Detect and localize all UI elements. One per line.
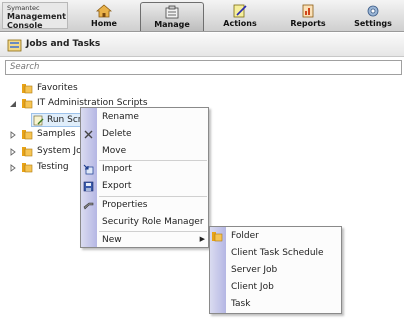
tree-node-label: Run Scr bbox=[47, 115, 82, 125]
manage-icon bbox=[165, 5, 179, 19]
folder-icon bbox=[22, 84, 33, 94]
nav-actions-button[interactable]: Actions bbox=[208, 2, 272, 31]
folder-icon bbox=[22, 130, 33, 140]
menu-item-new[interactable]: New ▶ bbox=[81, 232, 208, 249]
menu-item-label: Export bbox=[102, 181, 132, 191]
menu-item-label: Move bbox=[102, 146, 127, 156]
nav-settings-label: Settings bbox=[354, 19, 392, 28]
submenu-item-folder[interactable]: Folder bbox=[210, 228, 341, 245]
submenu-item-label: Client Job bbox=[231, 282, 274, 292]
submenu-item-label: Client Task Schedule bbox=[231, 248, 324, 258]
nav-settings-button[interactable]: Settings bbox=[344, 2, 402, 31]
submenu-item-client-job[interactable]: Client Job bbox=[210, 279, 341, 296]
export-icon bbox=[83, 181, 94, 192]
expand-icon[interactable] bbox=[9, 164, 17, 172]
menu-item-export[interactable]: Export bbox=[81, 178, 208, 195]
tree-node-label: Favorites bbox=[37, 83, 78, 93]
brand-logo: Symantec Management Console bbox=[2, 2, 68, 30]
tree-node-system-jobs[interactable]: System Jo bbox=[0, 145, 82, 159]
tree-node-run-script-selected[interactable]: Run Scr bbox=[31, 113, 83, 127]
tree-node-favorites[interactable]: Favorites bbox=[0, 82, 200, 96]
menu-item-security-role-manager[interactable]: Security Role Manager bbox=[81, 214, 208, 231]
settings-icon bbox=[367, 5, 379, 17]
expand-icon[interactable] bbox=[9, 131, 17, 139]
context-menu: Rename Delete Move Import Export Propert… bbox=[80, 107, 209, 248]
nav-manage-button[interactable]: Manage bbox=[140, 2, 204, 31]
home-icon bbox=[96, 4, 112, 18]
new-submenu: Folder Client Task Schedule Server Job C… bbox=[209, 226, 342, 314]
menu-item-label: Delete bbox=[102, 129, 132, 139]
folder-icon bbox=[212, 232, 223, 242]
menu-item-label: Security Role Manager bbox=[102, 217, 204, 227]
jobs-tasks-icon bbox=[7, 39, 22, 52]
submenu-arrow-icon: ▶ bbox=[199, 235, 205, 243]
submenu-item-client-task-schedule[interactable]: Client Task Schedule bbox=[210, 245, 341, 262]
menu-item-import[interactable]: Import bbox=[81, 161, 208, 178]
panel-title: Jobs and Tasks bbox=[26, 39, 101, 49]
brand-line-3: Console bbox=[7, 21, 43, 30]
nav-home-label: Home bbox=[91, 19, 117, 28]
menu-item-label: New bbox=[102, 235, 122, 245]
menu-item-label: Import bbox=[102, 164, 132, 174]
search-input[interactable]: Search bbox=[5, 60, 402, 75]
submenu-item-label: Folder bbox=[231, 231, 259, 241]
menu-item-delete[interactable]: Delete bbox=[81, 126, 208, 143]
brand-line-2: Management bbox=[7, 12, 66, 21]
menu-item-rename[interactable]: Rename bbox=[81, 109, 208, 126]
folder-open-icon bbox=[22, 99, 33, 109]
collapse-icon[interactable] bbox=[9, 100, 17, 108]
delete-icon bbox=[84, 130, 93, 139]
brand-line-1: Symantec bbox=[7, 4, 40, 12]
menu-item-properties[interactable]: Properties bbox=[81, 197, 208, 214]
tree-node-testing[interactable]: Testing bbox=[0, 161, 80, 175]
submenu-item-server-job[interactable]: Server Job bbox=[210, 262, 341, 279]
menu-item-label: Properties bbox=[102, 200, 148, 210]
folder-icon bbox=[22, 147, 33, 157]
nav-manage-label: Manage bbox=[154, 20, 190, 29]
folder-icon bbox=[22, 163, 33, 173]
expand-icon[interactable] bbox=[9, 148, 17, 156]
import-icon bbox=[83, 164, 94, 175]
jobs-tasks-panel-header: Jobs and Tasks bbox=[0, 33, 404, 57]
submenu-item-task[interactable]: Task bbox=[210, 296, 341, 313]
tree-node-samples[interactable]: Samples bbox=[0, 128, 80, 142]
tree-node-label: Samples bbox=[37, 129, 76, 139]
menu-item-label: Rename bbox=[102, 112, 139, 122]
nav-reports-label: Reports bbox=[290, 19, 326, 28]
nav-reports-button[interactable]: Reports bbox=[276, 2, 340, 31]
script-icon bbox=[33, 115, 44, 126]
reports-icon bbox=[302, 4, 314, 18]
menu-item-move[interactable]: Move bbox=[81, 143, 208, 160]
top-navigation-bar: Symantec Management Console Home Manage … bbox=[0, 0, 404, 32]
submenu-item-label: Server Job bbox=[231, 265, 278, 275]
submenu-item-label: Task bbox=[231, 299, 251, 309]
nav-home-button[interactable]: Home bbox=[72, 2, 136, 31]
properties-icon bbox=[83, 202, 94, 210]
tree-node-label: Testing bbox=[37, 162, 69, 172]
nav-actions-label: Actions bbox=[223, 19, 257, 28]
actions-icon bbox=[233, 4, 247, 18]
tree-node-label: System Jo bbox=[37, 146, 82, 156]
